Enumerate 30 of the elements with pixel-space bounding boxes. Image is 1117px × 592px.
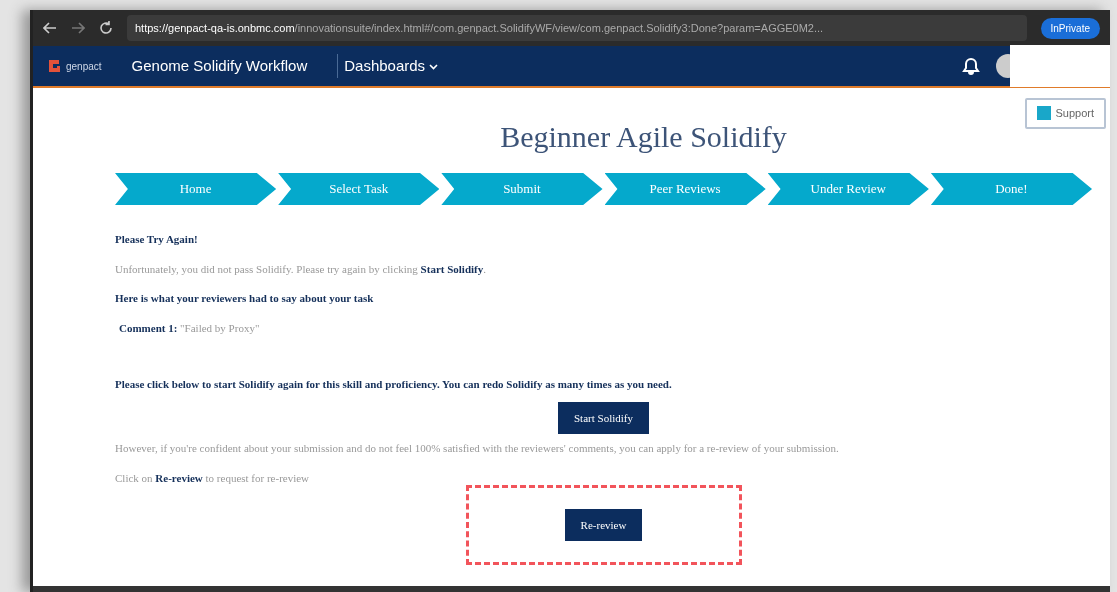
back-icon[interactable] [43, 22, 57, 34]
profile-button[interactable]: InPrivate [1040, 17, 1100, 39]
body-text: However, if you're confident about your submission and do not feel 100% satisfied with the reviewers' comments, you can apply for a re-review of your submission. [115, 441, 840, 456]
step-tab[interactable]: Under Review [767, 173, 929, 205]
logo-icon [47, 58, 61, 74]
body-text: Unfortunately, you did not pass Solidify. Please try again by clicking Start Solidify. [115, 261, 487, 277]
logo-text: genpact [66, 59, 102, 74]
step-tab[interactable]: Peer Reviews [604, 173, 766, 205]
reviewer-comment: Comment 1: "Failed by Proxy" [119, 320, 261, 336]
step-tab[interactable]: Select Task [278, 173, 440, 205]
heading-text: Here is what your reviewers had to say about your task [115, 291, 375, 306]
bell-icon[interactable] [962, 57, 980, 75]
reload-icon[interactable] [99, 21, 113, 35]
heading-text: Please click below to start Solidify again for this skill and proficiency. You can redo Solidify as many times as you need. [115, 377, 673, 392]
caret-icon [429, 63, 439, 70]
avatar-icon[interactable] [996, 54, 1010, 78]
dashboards-menu[interactable]: Dashboards [337, 53, 445, 79]
address-bar[interactable]: https://genpact-qa-is.onbmc.com/innovationsuite/index.html#/com.genpact.SolidifyWF/view/com.genpact.Solidify3:Done?param=AGGE0M2... [127, 15, 1027, 41]
forward-icon[interactable] [71, 22, 85, 34]
support-icon [1037, 106, 1052, 121]
step-tab[interactable]: Submit [441, 173, 603, 205]
url-text: https://genpact-qa-is.onbmc.com/innovationsuite/index.html#/com.genpact.SolidifyWF/view/com.genpact.Solidify3:Done?param=AGGE0M2... [135, 20, 824, 36]
action-button[interactable]: Re-review [564, 508, 643, 542]
action-button[interactable]: Start Solidify [558, 401, 649, 434]
step-tab[interactable]: Done! [930, 173, 1093, 205]
step-tab[interactable]: Home [115, 173, 277, 205]
support-button[interactable]: Support [1025, 98, 1106, 129]
heading-text: Please Try Again! [115, 232, 199, 247]
app-title[interactable]: Genome Solidify Workflow [131, 54, 308, 78]
body-text: Click on Re-review to request for re-review [115, 470, 311, 486]
